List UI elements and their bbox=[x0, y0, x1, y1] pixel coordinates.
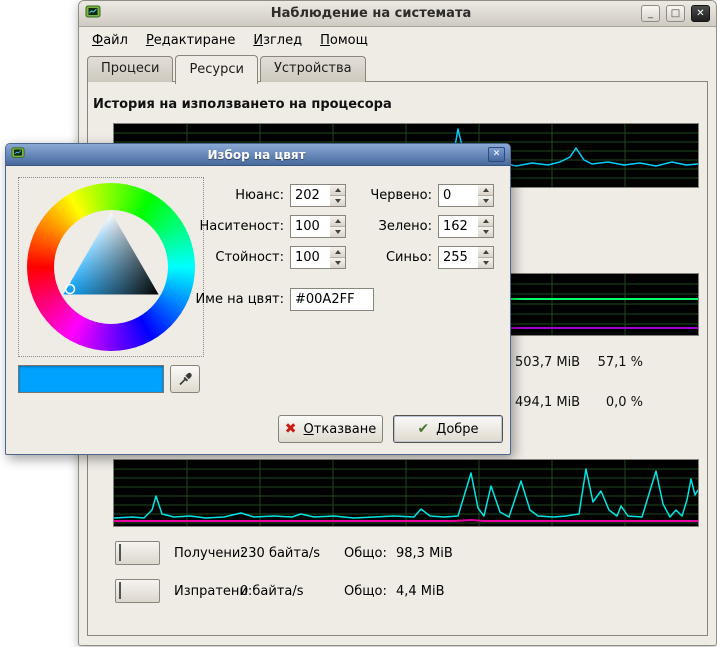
menu-view[interactable]: Изглед bbox=[244, 29, 311, 52]
memory-amount: 503,7 MiB bbox=[515, 355, 580, 370]
blue-label: Синьо: bbox=[306, 250, 432, 265]
ok-button[interactable]: ✔ Добре bbox=[393, 415, 503, 443]
value-label: Стойност: bbox=[156, 250, 284, 265]
received-label: Получени: bbox=[174, 546, 240, 561]
received-rate: 230 байта/s bbox=[240, 546, 344, 561]
tab-devices[interactable]: Устройства bbox=[260, 56, 366, 82]
green-spin-buttons[interactable] bbox=[478, 215, 494, 238]
color-picker-dialog: Избор на цвят ✕ Нюан bbox=[5, 143, 511, 455]
cancel-button[interactable]: ✖ Отказване bbox=[278, 415, 383, 443]
sent-total: 4,4 MiB bbox=[396, 584, 445, 599]
dialog-title: Избор на цвят bbox=[30, 148, 483, 162]
color-name-input[interactable] bbox=[290, 288, 374, 311]
sent-total-label: Общо: bbox=[344, 584, 396, 599]
swap-stats-row: 494,1 MiB 0,0 % bbox=[515, 395, 643, 410]
received-color-swatch[interactable] bbox=[115, 541, 160, 565]
blue-spin-buttons[interactable] bbox=[478, 246, 494, 269]
sent-rate: 0 байта/s bbox=[240, 584, 344, 599]
hue-label: Нюанс: bbox=[156, 188, 284, 203]
memory-stats-row: 503,7 MiB 57,1 % bbox=[515, 355, 643, 370]
color-wheel[interactable] bbox=[18, 177, 204, 357]
network-received-row: Получени: 230 байта/s Общо: 98,3 MiB bbox=[115, 541, 453, 565]
dialog-close-button[interactable]: ✕ bbox=[488, 147, 505, 162]
received-total-label: Общо: bbox=[344, 546, 396, 561]
memory-percent: 57,1 % bbox=[598, 355, 643, 370]
window-titlebar[interactable]: Наблюдение на системата _ □ ✕ bbox=[79, 1, 716, 27]
menu-file[interactable]: Файл bbox=[83, 29, 137, 52]
sent-label: Изпратени: bbox=[174, 584, 240, 599]
swap-amount: 494,1 MiB bbox=[515, 395, 580, 410]
swap-percent: 0,0 % bbox=[606, 395, 643, 410]
red-spin-buttons[interactable] bbox=[478, 184, 494, 207]
red-label: Червено: bbox=[306, 188, 432, 203]
saturation-label: Наситеност: bbox=[156, 219, 284, 234]
dialog-titlebar[interactable]: Избор на цвят ✕ bbox=[6, 144, 510, 166]
green-spinner bbox=[438, 215, 494, 238]
menu-help[interactable]: Помощ bbox=[311, 29, 377, 52]
menubar: Файл Редактиране Изглед Помощ bbox=[83, 28, 377, 53]
red-input[interactable] bbox=[438, 184, 478, 207]
ok-check-icon: ✔ bbox=[417, 422, 429, 436]
app-icon bbox=[85, 4, 101, 24]
tab-resources[interactable]: Ресурси bbox=[175, 55, 258, 84]
cpu-history-title: История на използването на процесора bbox=[93, 97, 392, 112]
eyedropper-icon bbox=[177, 371, 193, 387]
green-input[interactable] bbox=[438, 215, 478, 238]
blue-input[interactable] bbox=[438, 246, 478, 269]
sent-color-swatch[interactable] bbox=[115, 579, 160, 603]
close-button[interactable]: ✕ bbox=[691, 5, 710, 22]
sv-triangle[interactable] bbox=[51, 207, 171, 327]
maximize-button[interactable]: □ bbox=[666, 5, 685, 22]
tab-processes[interactable]: Процеси bbox=[87, 56, 173, 82]
tab-bar: Процеси Ресурси Устройства bbox=[87, 55, 368, 84]
received-total: 98,3 MiB bbox=[396, 546, 453, 561]
dialog-icon bbox=[11, 146, 25, 164]
color-name-label: Име на цвят: bbox=[156, 292, 284, 307]
menu-edit[interactable]: Редактиране bbox=[137, 29, 244, 52]
blue-spinner bbox=[438, 246, 494, 269]
eyedropper-button[interactable] bbox=[170, 365, 200, 393]
window-title: Наблюдение на системата bbox=[107, 6, 635, 21]
network-sent-row: Изпратени: 0 байта/s Общо: 4,4 MiB bbox=[115, 579, 445, 603]
minimize-button[interactable]: _ bbox=[641, 5, 660, 22]
cancel-x-icon: ✖ bbox=[285, 422, 297, 436]
color-preview bbox=[18, 365, 164, 393]
red-spinner bbox=[438, 184, 494, 207]
green-label: Зелено: bbox=[306, 219, 432, 234]
network-history-chart bbox=[113, 459, 699, 527]
